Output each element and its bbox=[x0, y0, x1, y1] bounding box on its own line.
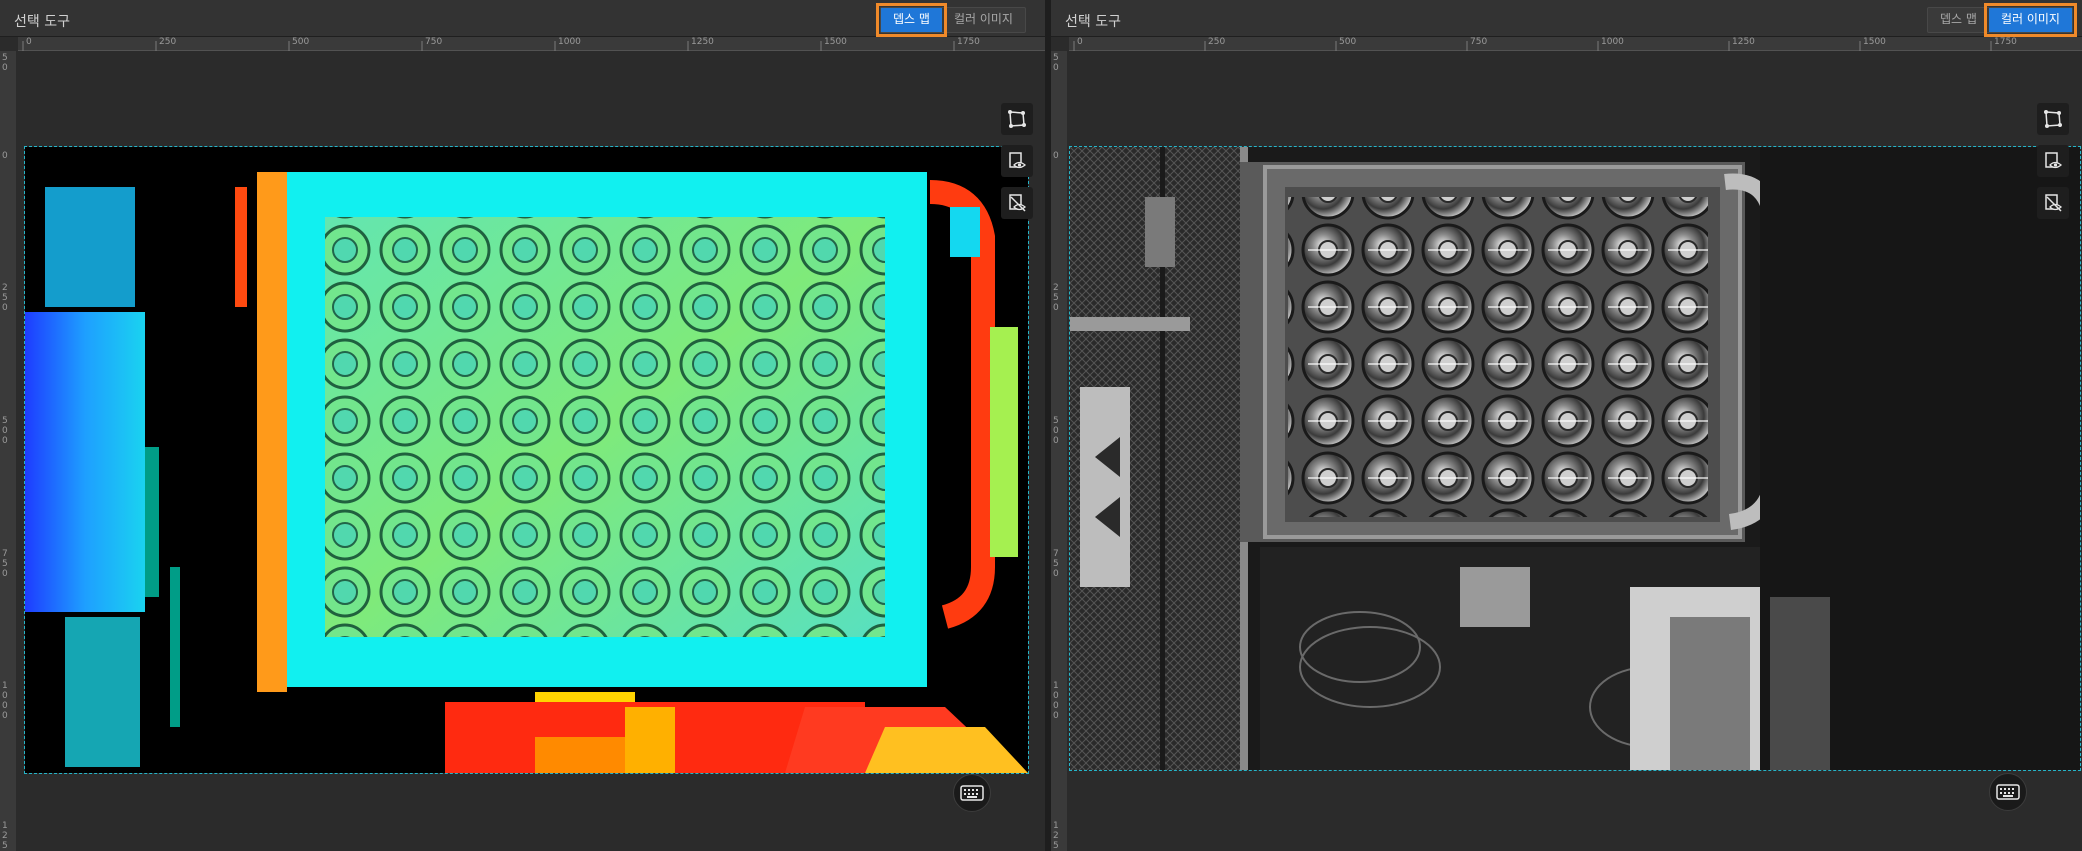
panel-title: 선택 도구 bbox=[1065, 14, 1121, 30]
ruler-label: 5 0 bbox=[1053, 53, 1059, 73]
ruler-label: 1750 bbox=[957, 37, 980, 47]
ruler-label: 750 bbox=[425, 37, 443, 47]
ruler-label: 7 5 0 bbox=[1053, 549, 1059, 579]
ruler-label: 500 bbox=[1339, 37, 1357, 47]
ruler-label: 750 bbox=[1470, 37, 1488, 47]
ruler-label: 1250 bbox=[1732, 37, 1755, 47]
ruler-label: 0 bbox=[1077, 37, 1083, 47]
depth-map-panel: 선택 도구 뎁스 맵 컬러 이미지 0 250 500 750 1000 125… bbox=[0, 0, 1051, 851]
image-canvas[interactable] bbox=[16, 51, 1045, 851]
ruler-label: 250 bbox=[159, 37, 177, 47]
panel-header: 선택 도구 뎁스 맵 컬러 이미지 bbox=[1051, 0, 2082, 37]
ruler-label: 1250 bbox=[691, 37, 714, 47]
ruler-label: 500 bbox=[292, 37, 310, 47]
panel-header: 선택 도구 뎁스 맵 컬러 이미지 bbox=[0, 0, 1045, 37]
side-toolbar bbox=[2037, 103, 2069, 219]
keyboard-icon[interactable] bbox=[953, 774, 991, 812]
ruler-label: 2 5 0 bbox=[1053, 283, 1059, 313]
ruler-label: 5 0 0 bbox=[2, 416, 8, 446]
ruler-horizontal: 0 250 500 750 1000 1250 1500 1750 bbox=[18, 37, 1045, 51]
ruler-label: 5 0 bbox=[2, 53, 8, 73]
ruler-label: 0 bbox=[26, 37, 32, 47]
ruler-label: 0 bbox=[2, 151, 8, 161]
ruler-label: 2 5 0 bbox=[2, 283, 8, 313]
tab-depth-map[interactable]: 뎁스 맵 bbox=[1928, 8, 1989, 32]
ruler-label: 0 bbox=[1053, 151, 1059, 161]
grayscale-color-image bbox=[1069, 146, 2081, 771]
ruler-label: 1 2 5 bbox=[2, 821, 8, 851]
ruler-label: 1500 bbox=[824, 37, 847, 47]
depth-map-image bbox=[24, 146, 1029, 774]
keyboard-icon[interactable] bbox=[1989, 773, 2027, 811]
tab-color-image[interactable]: 컬러 이미지 bbox=[1983, 3, 2077, 37]
side-toolbar bbox=[1001, 103, 1033, 219]
hide-eye-icon[interactable] bbox=[1001, 187, 1033, 219]
ruler-horizontal: 0 250 500 750 1000 1250 1500 1750 bbox=[1069, 37, 2082, 51]
ruler-label: 1000 bbox=[558, 37, 581, 47]
ruler-label: 1 0 0 0 bbox=[1053, 681, 1059, 721]
ruler-label: 7 5 0 bbox=[2, 549, 8, 579]
view-eye-icon[interactable] bbox=[2037, 145, 2069, 177]
tab-color-image[interactable]: 컬러 이미지 bbox=[942, 8, 1025, 32]
ruler-label: 1750 bbox=[1994, 37, 2017, 47]
ruler-label: 1 0 0 0 bbox=[2, 681, 8, 721]
roi-polygon-icon[interactable] bbox=[1001, 103, 1033, 135]
ruler-label: 1000 bbox=[1601, 37, 1624, 47]
ruler-label: 250 bbox=[1208, 37, 1226, 47]
view-eye-icon[interactable] bbox=[1001, 145, 1033, 177]
panel-title: 선택 도구 bbox=[14, 14, 70, 30]
view-mode-toggle: 뎁스 맵 컬러 이미지 bbox=[876, 3, 1026, 37]
hide-eye-icon[interactable] bbox=[2037, 187, 2069, 219]
ruler-label: 1500 bbox=[1863, 37, 1886, 47]
ruler-label: 5 0 0 bbox=[1053, 416, 1059, 446]
tab-depth-map[interactable]: 뎁스 맵 bbox=[876, 3, 947, 37]
ruler-vertical: 5 0 0 2 5 0 5 0 0 7 5 0 1 0 0 0 1 2 5 bbox=[1051, 51, 1067, 851]
image-canvas[interactable] bbox=[1067, 51, 2082, 851]
roi-polygon-icon[interactable] bbox=[2037, 103, 2069, 135]
ruler-vertical: 5 0 0 2 5 0 5 0 0 7 5 0 1 0 0 0 1 2 5 bbox=[0, 51, 16, 851]
view-mode-toggle: 뎁스 맵 컬러 이미지 bbox=[1927, 3, 2077, 37]
ruler-label: 1 2 5 bbox=[1053, 821, 1059, 851]
color-image-panel: 선택 도구 뎁스 맵 컬러 이미지 0 250 500 750 1000 125… bbox=[1051, 0, 2082, 851]
